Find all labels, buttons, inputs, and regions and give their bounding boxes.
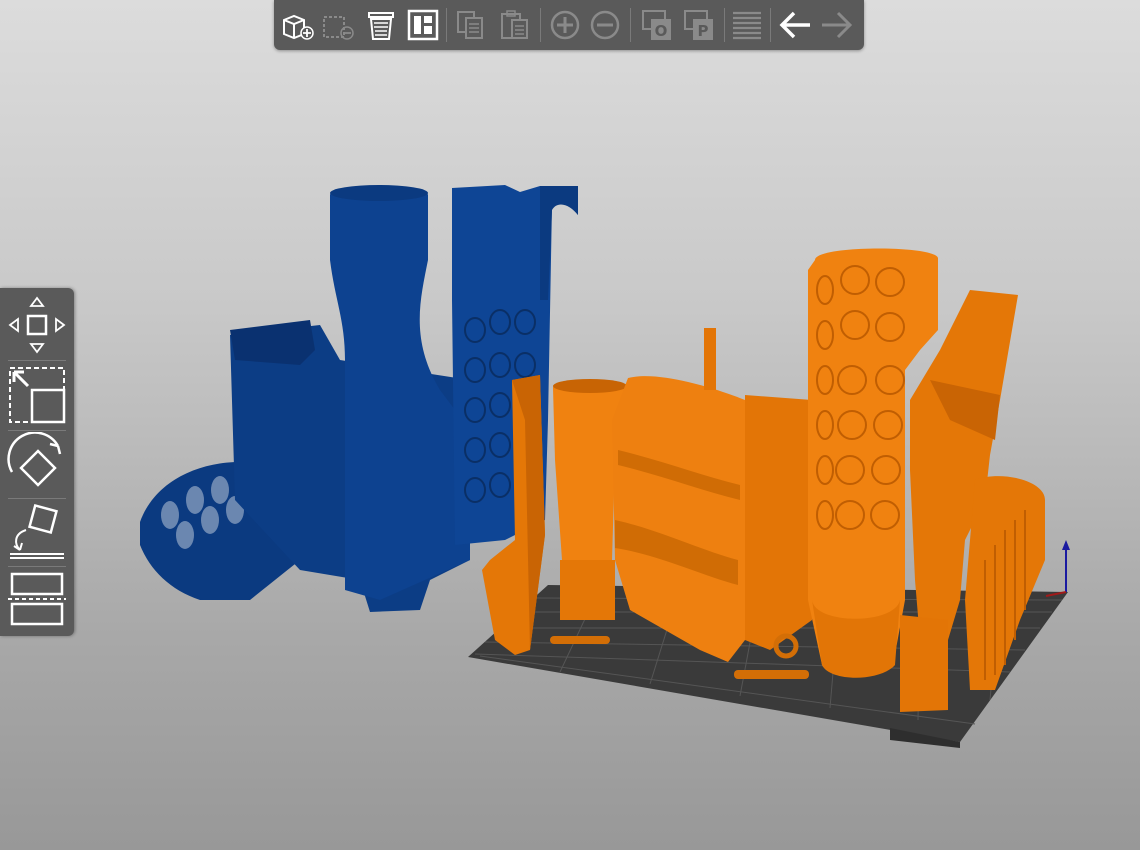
split-to-objects-button[interactable]: O: [638, 5, 676, 45]
layers-editing-icon: [733, 11, 761, 40]
toolbar-separator: [770, 8, 771, 42]
copy-button[interactable]: [452, 5, 490, 45]
place-on-face-tool-button[interactable]: [4, 498, 70, 564]
delete-object-button[interactable]: [318, 5, 356, 45]
layers-editing-button[interactable]: [728, 5, 766, 45]
rotate-tool-button[interactable]: [4, 430, 70, 496]
toolbar-separator: [724, 8, 725, 42]
svg-text:O: O: [655, 22, 668, 40]
top-toolbar: O P: [274, 0, 864, 50]
paste-icon: [501, 10, 528, 39]
copy-icon: [457, 11, 483, 39]
add-instance-button[interactable]: [546, 5, 584, 45]
arrange-button[interactable]: [404, 5, 442, 45]
delete-all-icon: [368, 12, 394, 40]
toolbar-separator: [446, 8, 447, 42]
remove-instance-button[interactable]: [586, 5, 624, 45]
undo-icon: [779, 11, 810, 39]
split-to-parts-button[interactable]: P: [680, 5, 718, 45]
toolbar-separator: [8, 360, 66, 361]
move-tool-button[interactable]: [4, 292, 70, 358]
place-on-face-icon: [10, 503, 64, 559]
add-instance-icon: [550, 10, 580, 40]
cut-icon: [8, 572, 66, 626]
remove-instance-icon: [590, 10, 620, 40]
paste-button[interactable]: [496, 5, 534, 45]
toolbar-separator: [630, 8, 631, 42]
scale-icon: [9, 367, 66, 424]
redo-button[interactable]: [818, 5, 856, 45]
scale-tool-button[interactable]: [4, 362, 70, 428]
add-object-button[interactable]: [278, 5, 316, 45]
left-toolbar: [0, 288, 74, 636]
cut-tool-button[interactable]: [4, 566, 70, 632]
delete-object-icon: [323, 16, 354, 40]
split-to-objects-icon: O: [642, 10, 671, 40]
move-icon: [8, 296, 66, 354]
add-object-icon: [283, 14, 314, 40]
redo-icon: [822, 11, 853, 39]
svg-text:P: P: [698, 22, 709, 40]
3d-viewport[interactable]: [0, 0, 1140, 850]
toolbar-separator: [540, 8, 541, 42]
rotate-icon: [7, 432, 62, 487]
undo-button[interactable]: [776, 5, 814, 45]
arrange-icon: [407, 9, 439, 41]
delete-all-button[interactable]: [362, 5, 400, 45]
split-to-parts-icon: P: [684, 10, 713, 40]
